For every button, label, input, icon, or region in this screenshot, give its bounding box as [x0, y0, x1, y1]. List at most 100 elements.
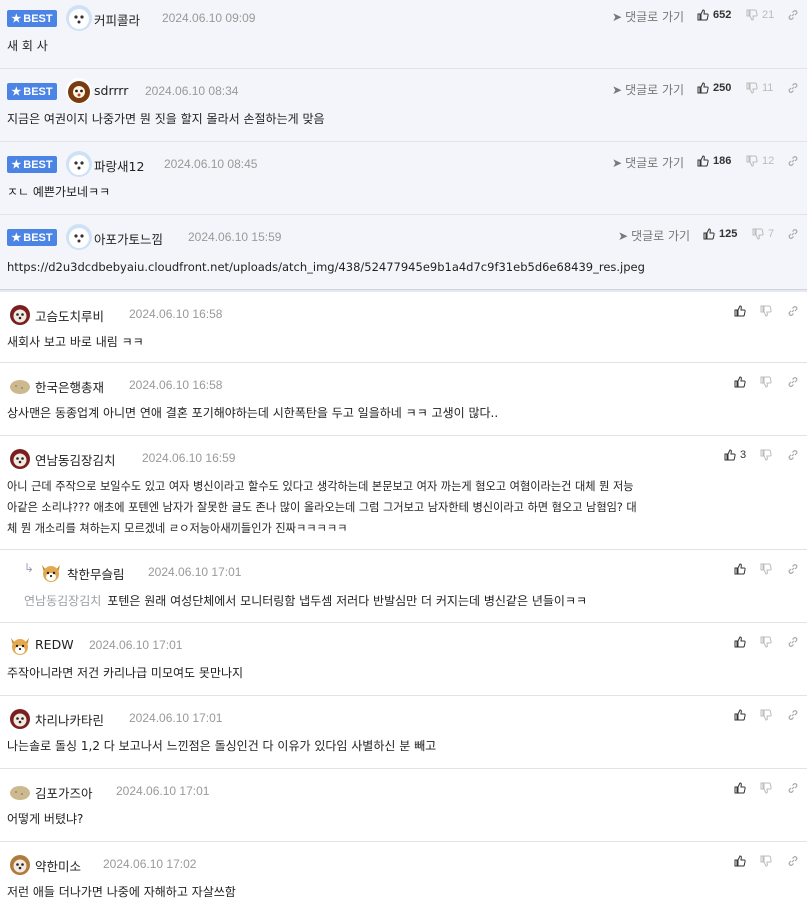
avatar[interactable]: [7, 301, 33, 327]
nickname[interactable]: 연남동김장김치: [35, 450, 116, 469]
link-icon[interactable]: [787, 376, 799, 388]
link-icon[interactable]: [787, 782, 799, 794]
nickname[interactable]: 파랑새12: [94, 156, 144, 175]
downvote-button[interactable]: [760, 376, 772, 388]
link-icon[interactable]: [787, 228, 799, 240]
downvote-button[interactable]: 12: [746, 155, 774, 167]
downvote-button[interactable]: 7: [752, 228, 774, 240]
best-comment: ★ BEST 아포가토느낌 2024.06.10 15:59 ➤ 댓글로 가기 12…: [0, 215, 807, 289]
downvote-button[interactable]: [760, 636, 772, 648]
thumbs-up-icon: [734, 636, 746, 648]
comment-date: 2024.06.10 17:01: [148, 565, 242, 579]
thumbs-up-icon: [734, 305, 746, 317]
nickname[interactable]: 고슴도치루비: [35, 306, 104, 325]
nickname[interactable]: 김포가즈아: [35, 783, 93, 802]
link-icon[interactable]: [787, 855, 799, 867]
link-icon[interactable]: [787, 9, 799, 21]
upvote-count: 250: [713, 82, 732, 94]
avatar[interactable]: [7, 632, 33, 658]
downvote-count: 21: [762, 9, 775, 21]
thumbs-up-icon: [734, 709, 746, 721]
avatar[interactable]: [7, 851, 33, 877]
upvote-button[interactable]: [734, 782, 746, 794]
nickname[interactable]: 약한미소: [35, 856, 81, 875]
nickname[interactable]: 아포가토느낌: [94, 229, 163, 248]
upvote-button[interactable]: 3: [724, 449, 746, 461]
nickname[interactable]: 한국은행총재: [35, 377, 104, 396]
thumbs-down-icon: [760, 636, 772, 648]
link-icon[interactable]: [787, 82, 799, 94]
link-icon[interactable]: [787, 636, 799, 648]
go-to-comment-link[interactable]: ➤ 댓글로 가기: [612, 154, 684, 171]
downvote-button[interactable]: 21: [746, 9, 774, 21]
upvote-button[interactable]: 652: [697, 9, 731, 21]
link-icon[interactable]: [787, 449, 799, 461]
downvote-button[interactable]: [760, 782, 772, 794]
comment: 약한미소 2024.06.10 17:02 저런 애들 더나가면 나중에 자해하…: [0, 842, 807, 914]
downvote-button[interactable]: [760, 449, 772, 461]
comment-text: 저런 애들 더나가면 나중에 자해하고 자살쓰함: [7, 885, 236, 899]
avatar[interactable]: [66, 151, 92, 177]
mention-nickname[interactable]: 연남동김장김치: [24, 594, 101, 608]
puppy-avatar-icon: [7, 301, 33, 327]
corgi-avatar-icon: [7, 632, 33, 658]
upvote-button[interactable]: [734, 376, 746, 388]
go-to-comment-link[interactable]: ➤ 댓글로 가기: [612, 81, 684, 98]
comment-date: 2024.06.10 17:01: [89, 638, 183, 652]
downvote-button[interactable]: [760, 563, 772, 575]
link-icon[interactable]: [787, 155, 799, 167]
comment-date: 2024.06.10 08:34: [145, 84, 239, 98]
avatar[interactable]: [38, 559, 64, 585]
upvote-button[interactable]: [734, 305, 746, 317]
thumbs-up-icon: [734, 376, 746, 388]
avatar[interactable]: [66, 224, 92, 250]
downvote-button[interactable]: [760, 855, 772, 867]
go-to-comment-link[interactable]: ➤ 댓글로 가기: [612, 8, 684, 25]
comment-date: 2024.06.10 16:58: [129, 307, 223, 321]
avatar[interactable]: [7, 445, 33, 471]
comment: 연남동김장김치 2024.06.10 16:59 3 아니 근데 주작으로 보일…: [0, 436, 807, 550]
potato-avatar-icon: [7, 778, 33, 804]
go-to-comment-link[interactable]: ➤ 댓글로 가기: [618, 227, 690, 244]
link-icon[interactable]: [787, 563, 799, 575]
white-dog-avatar-icon: [66, 224, 92, 250]
reply-comment: ↳ 착한무슬림 2024.06.10 17:01 연남동김장김치 포텐은 원래 여…: [0, 550, 807, 623]
downvote-count: 7: [768, 228, 775, 240]
nickname[interactable]: 차리나카타린: [35, 710, 104, 729]
upvote-count: 186: [713, 155, 732, 167]
comment: 한국은행총재 2024.06.10 16:58 상사맨은 동종업계 아니면 연애…: [0, 363, 807, 436]
potato-avatar-icon: [7, 372, 33, 398]
downvote-button[interactable]: [760, 709, 772, 721]
upvote-button[interactable]: 125: [703, 228, 737, 240]
upvote-button[interactable]: [734, 855, 746, 867]
puppy-avatar-icon: [7, 851, 33, 877]
upvote-count: 125: [719, 228, 738, 240]
upvote-button[interactable]: 250: [697, 82, 731, 94]
link-icon[interactable]: [787, 305, 799, 317]
nickname[interactable]: 착한무슬림: [67, 564, 125, 583]
nickname[interactable]: sdrrrr: [94, 83, 128, 98]
comment-text: 주작아니라면 저건 카리나급 미모여도 못만나지: [7, 666, 244, 680]
downvote-button[interactable]: 11: [746, 82, 773, 94]
nickname[interactable]: REDW: [35, 637, 74, 652]
comment-text: 나는솔로 돌싱 1,2 다 보고나서 느낀점은 돌싱인건 다 이유가 있다임 사…: [7, 739, 437, 753]
comment-date: 2024.06.10 17:01: [116, 784, 210, 798]
avatar[interactable]: [66, 5, 92, 31]
upvote-button[interactable]: [734, 709, 746, 721]
upvote-button[interactable]: 186: [697, 155, 731, 167]
avatar[interactable]: [7, 705, 33, 731]
downvote-button[interactable]: [760, 305, 772, 317]
thumbs-up-icon: [703, 228, 715, 240]
upvote-button[interactable]: [734, 563, 746, 575]
comment: 차리나카타린 2024.06.10 17:01 나는솔로 돌싱 1,2 다 보고…: [0, 696, 807, 769]
upvote-button[interactable]: [734, 636, 746, 648]
star-icon: ★: [11, 159, 22, 171]
avatar[interactable]: [7, 372, 33, 398]
avatar[interactable]: [66, 78, 92, 104]
nickname[interactable]: 커피콜라: [94, 10, 140, 29]
link-icon[interactable]: [787, 709, 799, 721]
avatar[interactable]: [7, 778, 33, 804]
puppy-avatar-icon: [7, 445, 33, 471]
thumbs-up-icon: [697, 82, 709, 94]
send-arrow-icon: ➤: [612, 9, 623, 24]
